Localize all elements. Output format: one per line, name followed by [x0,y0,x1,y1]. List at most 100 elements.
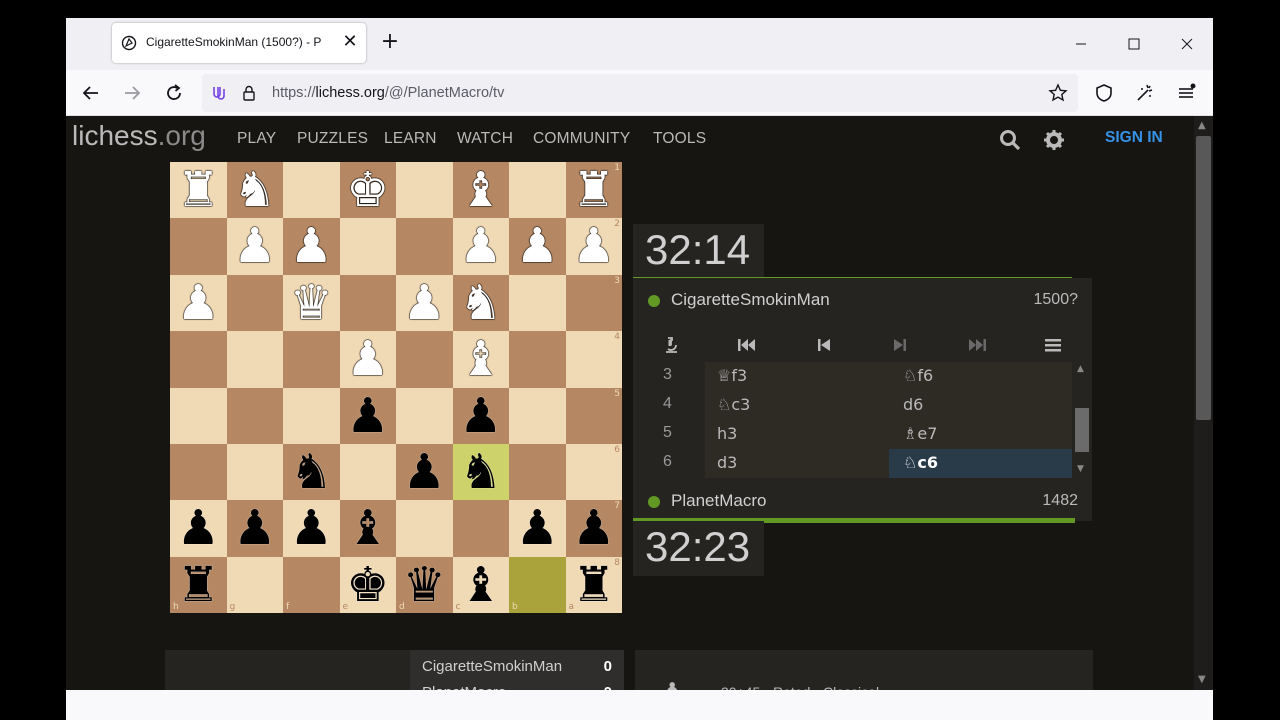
board-square[interactable] [283,387,340,444]
white-bishop-icon[interactable]: ♝ [453,331,510,387]
nav-learn[interactable]: LEARN [384,130,437,148]
board-square[interactable]: ♝ [452,162,510,219]
reload-icon[interactable] [162,81,186,105]
board-square[interactable]: ♟ [396,274,453,332]
board-square[interactable] [509,274,566,332]
board-square[interactable]: ♟ [226,500,283,557]
scroll-down-arrow-icon[interactable]: ▼ [1198,674,1206,685]
board-square[interactable]: 5 [565,387,622,444]
board-square[interactable] [396,218,453,275]
lock-icon[interactable] [240,84,258,102]
white-pawn-icon[interactable]: ♟ [340,331,397,387]
board-square[interactable] [509,443,566,501]
white-move[interactable]: d3 [717,453,737,472]
board-square[interactable]: 8 a ♜ [565,556,623,614]
gear-icon[interactable] [1043,129,1065,151]
board-square[interactable]: b [509,556,566,614]
bottom-player-name[interactable]: PlanetMacro [671,491,766,511]
page-scrollbar-thumb[interactable] [1196,136,1211,420]
board-square[interactable]: ♞ [452,443,510,501]
black-move[interactable]: ♗e7 [889,420,1072,449]
board-square[interactable]: ♞ [452,274,510,332]
board-square[interactable]: ♟ [509,500,566,557]
black-knight-icon[interactable]: ♞ [453,444,510,500]
white-bishop-icon[interactable]: ♝ [453,162,510,218]
black-knight-icon[interactable]: ♞ [283,444,340,500]
move-list-scrollbar[interactable]: ▲ ▼ [1072,362,1092,478]
board-square[interactable] [396,162,453,219]
page-scrollbar[interactable]: ▲ ▼ [1194,116,1213,720]
black-move[interactable]: d6 [889,391,1072,420]
board-square[interactable] [396,331,453,388]
board-square[interactable] [452,500,509,557]
black-bishop-icon[interactable]: ♝ [340,500,397,556]
board-square[interactable]: ♟ [283,500,340,557]
black-pawn-icon[interactable]: ♟ [396,444,453,500]
nav-tools[interactable]: TOOLS [653,130,706,148]
previous-move-icon[interactable] [786,328,862,362]
last-move-icon[interactable] [939,328,1015,362]
nav-watch[interactable]: WATCH [457,130,513,148]
white-rook-icon[interactable]: ♜ [170,162,227,218]
moves-scroll-up-icon[interactable]: ▲ [1077,364,1084,374]
board-square[interactable]: f [283,556,340,614]
black-rook-icon[interactable]: ♜ [170,557,227,613]
white-pawn-icon[interactable]: ♟ [283,218,340,274]
board-square[interactable] [283,162,340,219]
board-square[interactable]: ♝ [452,331,510,388]
extensions-sparkle-icon[interactable] [1133,81,1157,105]
forward-arrow-icon[interactable] [120,81,144,105]
move-list-scrollbar-thumb[interactable] [1075,408,1089,452]
board-square[interactable]: 4 [565,331,622,388]
board-square[interactable]: 2 ♟ [565,218,622,275]
board-square[interactable]: ♞ [283,443,340,501]
white-knight-icon[interactable]: ♞ [453,275,510,331]
black-rook-icon[interactable]: ♜ [566,557,623,613]
board-square[interactable] [339,443,396,501]
board-square[interactable] [509,387,566,444]
new-tab-icon[interactable]: + [378,30,402,54]
board-square[interactable] [226,443,283,501]
board-square[interactable]: h ♜ [170,556,227,614]
black-move[interactable]: ♘f6 [889,362,1072,391]
board-square[interactable] [170,331,227,388]
crosstable-player-1[interactable]: CigaretteSmokinMan [422,658,562,675]
board-square[interactable]: ♞ [226,162,283,219]
board-square[interactable]: ♟ [452,387,509,444]
white-pawn-icon[interactable]: ♟ [170,275,227,331]
board-square[interactable]: ♟ [170,500,227,557]
board-square[interactable]: g [226,556,283,614]
board-square[interactable] [170,218,227,275]
white-pawn-icon[interactable]: ♟ [453,218,510,274]
white-rook-icon[interactable]: ♜ [566,162,623,218]
first-move-icon[interactable] [709,328,785,362]
black-king-icon[interactable]: ♚ [340,557,397,613]
white-pawn-icon[interactable]: ♟ [396,275,453,331]
board-square[interactable] [509,162,566,219]
top-player-name[interactable]: CigaretteSmokinMan [671,290,830,310]
nav-community[interactable]: COMMUNITY [533,130,630,148]
analysis-microscope-icon[interactable] [633,328,709,362]
board-square[interactable]: ♟ [283,218,340,275]
bottom-player[interactable]: PlanetMacro 1482 [633,481,1092,521]
scroll-up-arrow-icon[interactable]: ▲ [1198,120,1206,131]
white-move[interactable]: ♘c3 [717,395,750,414]
white-king-icon[interactable]: ♚ [340,162,397,218]
white-move[interactable]: ♕f3 [717,366,747,385]
address-bar[interactable]: https://lichess.org/@/PlanetMacro/tv [202,74,1078,112]
board-square[interactable]: ♟ [226,218,283,275]
board-square[interactable]: ♚ [339,162,397,219]
board-square[interactable]: ♛ [283,274,340,332]
sign-in-link[interactable]: SIGN IN [1105,129,1163,147]
board-square[interactable]: ♟ [339,387,397,444]
board-square[interactable] [226,331,283,388]
board-square[interactable] [339,274,396,332]
black-queen-icon[interactable]: ♛ [396,557,453,613]
board-square[interactable]: ♟ [396,443,453,501]
board-square[interactable]: e ♚ [339,556,397,614]
board-square[interactable]: 3 [565,274,622,332]
board-square[interactable] [509,331,566,388]
next-move-icon[interactable] [862,328,938,362]
black-pawn-icon[interactable]: ♟ [340,388,397,444]
menu-hamburger-icon[interactable] [1174,81,1198,105]
